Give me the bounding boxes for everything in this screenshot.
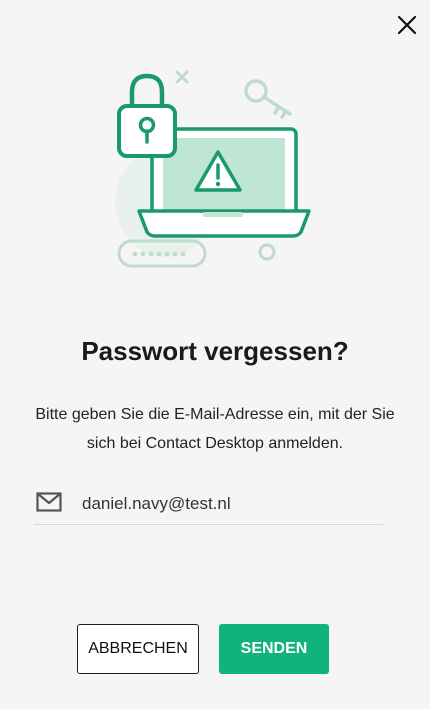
- email-input[interactable]: [82, 490, 372, 518]
- email-field-row: [34, 484, 383, 525]
- dialog-title: Passwort vergessen?: [81, 336, 349, 366]
- locked-laptop-illustration: [115, 70, 311, 268]
- close-button[interactable]: [394, 12, 420, 38]
- key-icon: [244, 79, 292, 119]
- close-icon: [397, 15, 417, 35]
- dialog-description: Bitte geben Sie die E-Mail-Adresse ein, …: [35, 406, 395, 452]
- forgot-password-dialog: Passwort vergessen? Bitte geben Sie die …: [0, 0, 430, 709]
- cross-decoration: [175, 70, 189, 84]
- padlock-icon: [117, 73, 177, 158]
- send-button[interactable]: SENDEN: [219, 624, 329, 674]
- circle-decoration: [258, 243, 276, 261]
- cancel-button[interactable]: ABBRECHEN: [77, 624, 199, 674]
- mail-icon: [36, 492, 62, 512]
